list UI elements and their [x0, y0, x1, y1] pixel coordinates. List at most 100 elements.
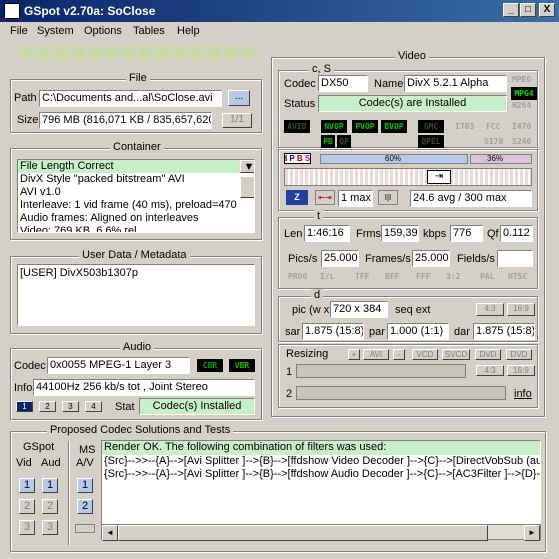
pb-indicator: PB: [321, 135, 335, 148]
minimize-button[interactable]: _: [503, 3, 519, 17]
audio-info-field: 44100Hz 256 kb/s tot , Joint Stereo: [33, 379, 255, 396]
kbps-label: kbps: [423, 228, 447, 240]
proposed-group-label: Proposed Codec Solutions and Tests: [47, 424, 234, 436]
video-status-field: Codec(s) are Installed: [318, 95, 507, 112]
cbr-indicator: CBR: [197, 359, 223, 372]
frame-p: P: [289, 154, 295, 163]
fields-field: [497, 250, 533, 267]
proposed-hscrollbar[interactable]: ◄ ►: [101, 524, 541, 541]
aud-3-button[interactable]: 3: [42, 520, 58, 535]
close-button[interactable]: X: [539, 3, 555, 17]
scroll-down-icon[interactable]: ▼: [240, 160, 254, 173]
dar-field: 1.875 (15:8): [473, 323, 535, 340]
menu-bar: File System Options Tables Help: [0, 22, 559, 41]
gspot-window: GSpot v2.70a: SoClose _ □ X File System …: [0, 0, 559, 559]
resize-ar-16-9: 16:9: [507, 365, 535, 376]
sar-field: 1.875 (15:8): [302, 323, 364, 340]
audio-tab-4[interactable]: 4: [85, 401, 102, 412]
vid-2-button[interactable]: 2: [19, 499, 35, 514]
resize-svcd-button[interactable]: SVCD: [442, 349, 470, 360]
container-scrollbar[interactable]: ▲ ▼: [238, 160, 254, 198]
t-label: t: [314, 210, 324, 222]
container-line: Interleave: 1 vid frame (40 ms), preload…: [20, 199, 237, 211]
audio-tab-1[interactable]: 1: [16, 401, 33, 412]
resize-vcd-button[interactable]: VCD: [412, 349, 438, 360]
badge-h264: H264: [512, 101, 532, 110]
aud-1-button[interactable]: 1: [42, 478, 58, 493]
video-group-label: Video: [395, 50, 429, 62]
resize-row2-label: 2: [286, 388, 293, 400]
ms-2-button[interactable]: 2: [77, 499, 93, 514]
fmt-ntsc: NTSC: [508, 272, 528, 281]
bvop-indicator: BVOP: [381, 120, 407, 133]
scroll-left-icon[interactable]: ◄: [102, 525, 118, 541]
ar-4-3: 4:3: [476, 303, 504, 316]
audio-status-field: Codec(s) Installed: [139, 398, 255, 415]
resize-ar-4-3: 4:3: [476, 365, 504, 376]
resize-dvd-button[interactable]: DVD: [475, 349, 501, 360]
gspot-label: GSpot: [23, 441, 55, 453]
frms-label: Frms: [356, 228, 382, 240]
menu-help[interactable]: Help: [177, 25, 200, 37]
frames-label: Frames/s: [365, 253, 411, 265]
ms-label: MS: [79, 444, 96, 456]
resize-avi-button[interactable]: AVI: [363, 349, 389, 360]
resize-row1-label: 1: [286, 366, 293, 378]
vid-1-button[interactable]: 1: [19, 478, 35, 493]
fmt-bff: BFF: [385, 272, 400, 281]
kbps-field: 776: [450, 225, 483, 242]
maximize-button[interactable]: □: [520, 3, 536, 17]
avg-field: 24.6 avg / 300 max: [410, 190, 532, 207]
container-list[interactable]: File Length Correct DivX Style "packed b…: [17, 159, 255, 233]
page-indicator: 1/1: [222, 113, 252, 128]
audio-tab-2[interactable]: 2: [39, 401, 56, 412]
app-icon[interactable]: [4, 3, 20, 19]
av-label: A/V: [76, 457, 94, 469]
video-codec-label: Codec: [284, 78, 316, 90]
proposed-line: {Src}-->>--{A}-->[Avi Splitter ]-->{B}--…: [104, 455, 541, 467]
aud-2-button[interactable]: 2: [42, 499, 58, 514]
ms-1-button[interactable]: 1: [77, 478, 93, 493]
max-field: 1 max: [338, 190, 373, 207]
userdata-list[interactable]: [USER] DivX503b1307p: [17, 264, 255, 326]
browse-button[interactable]: ...: [228, 90, 250, 106]
menu-options[interactable]: Options: [84, 25, 122, 37]
resize-plus-button[interactable]: +: [348, 349, 360, 360]
i703-flag: I703: [455, 122, 475, 131]
par-field: 1.000 (1:1): [387, 323, 449, 340]
video-name-label: Name: [374, 78, 404, 90]
link-icon[interactable]: ⇥: [427, 170, 451, 184]
container-line: Audio frames: Aligned on interleaves: [20, 212, 199, 224]
menu-tables[interactable]: Tables: [133, 25, 165, 37]
vid-3-button[interactable]: 3: [19, 520, 35, 535]
size-field: 796 MB (816,071 KB / 835,657,620: [39, 112, 212, 129]
resizing-label: Resizing: [286, 348, 329, 360]
fmt-pal: PAL: [480, 272, 495, 281]
resize-dvd2-button[interactable]: DVD: [506, 349, 532, 360]
info-link[interactable]: info: [514, 388, 532, 400]
scroll-thumb[interactable]: [240, 176, 254, 198]
hscroll-thumb[interactable]: [118, 525, 488, 541]
p-frame-percent: 60%: [385, 154, 402, 163]
audio-tab-3[interactable]: 3: [62, 401, 79, 412]
resize-minus-button[interactable]: -: [393, 349, 405, 360]
container-group-label: Container: [110, 141, 164, 153]
audio-stat-label: Stat: [115, 401, 135, 413]
menu-file[interactable]: File: [10, 25, 28, 37]
audio-info-label: Info: [14, 382, 33, 394]
title-bar: GSpot v2.70a: SoClose _ □ X: [0, 0, 559, 22]
ar-16-9: 16:9: [507, 303, 535, 316]
path-field[interactable]: C:\Documents and...al\SoClose.avi: [39, 90, 222, 107]
video-name-field: DivX 5.2.1 Alpha: [404, 75, 507, 92]
frames-field: 25.000: [412, 250, 450, 267]
avid-indicator: AVID: [284, 120, 310, 133]
nvop-indicator: NVOP: [321, 120, 347, 133]
ms-extra-button[interactable]: [75, 524, 95, 533]
audio-group-label: Audio: [120, 341, 155, 353]
scroll-right-icon[interactable]: ►: [524, 525, 540, 541]
menu-system[interactable]: System: [37, 25, 74, 37]
frame-graph: [284, 168, 532, 186]
gmc-indicator: GMC: [418, 120, 444, 133]
i470-flag: I470: [512, 122, 532, 131]
fmt-prog: PROG: [288, 272, 308, 281]
